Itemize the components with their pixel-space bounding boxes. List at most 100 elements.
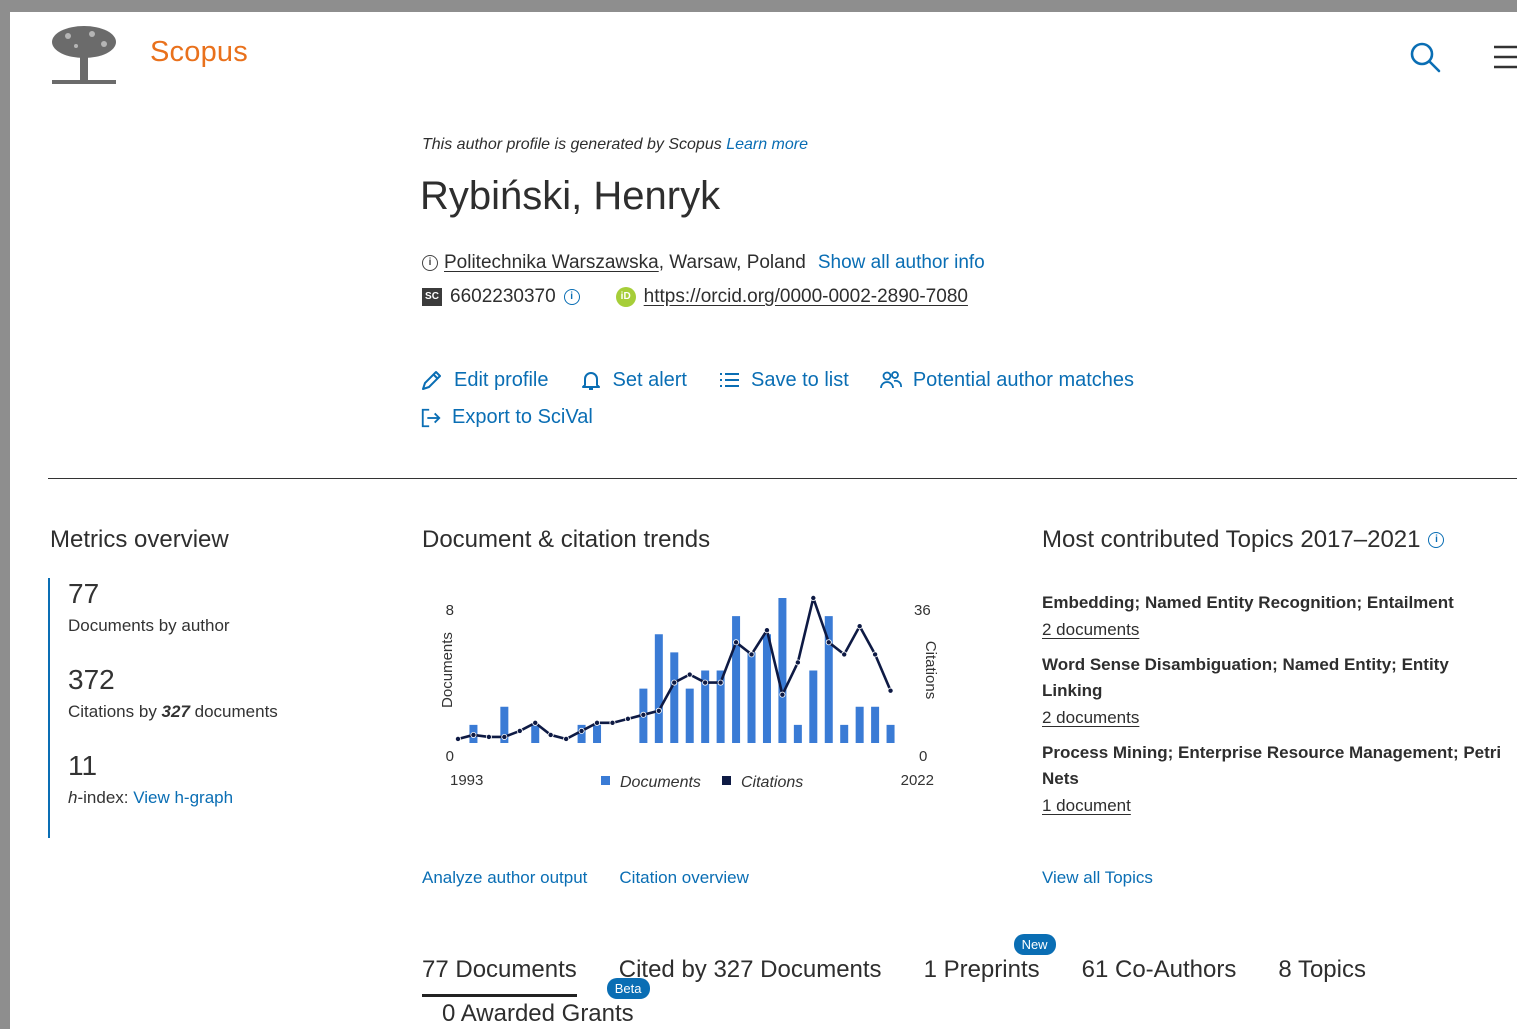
topic-documents-link[interactable]: 2 documents	[1042, 620, 1512, 640]
documents-bar	[778, 598, 787, 743]
tab-topics[interactable]: 8 Topics	[1278, 956, 1366, 997]
citations-point	[779, 691, 786, 698]
documents-bar	[747, 652, 756, 743]
documents-legend-label: Documents	[620, 774, 701, 791]
topic-name: Embedding; Named Entity Recognition; Ent…	[1042, 593, 1454, 612]
topic-documents-link[interactable]: 2 documents	[1042, 708, 1512, 728]
citations-point	[640, 711, 647, 718]
left-axis-label: Documents	[439, 632, 456, 708]
set-alert-button[interactable]: Set alert	[579, 368, 687, 392]
citations-point	[686, 671, 693, 678]
save-to-list-button[interactable]: Save to list	[717, 368, 849, 392]
analyze-author-output-link[interactable]: Analyze author output	[422, 868, 587, 888]
view-h-graph-link[interactable]: View h-graph	[133, 788, 233, 807]
documents-bar	[840, 724, 849, 743]
citations-point	[856, 623, 863, 630]
affiliation-row: i Politechnika Warszawska, Warsaw, Polan…	[422, 252, 985, 274]
citations-point	[748, 651, 755, 658]
documents-bar	[886, 724, 895, 743]
metrics-overview-title: Metrics overview	[50, 526, 229, 553]
topic-documents-link[interactable]: 1 document	[1042, 796, 1512, 816]
topic-item: Embedding; Named Entity Recognition; Ent…	[1042, 590, 1512, 640]
documents-bar	[762, 634, 771, 743]
documents-bar	[531, 724, 540, 743]
scopus-id-info-icon[interactable]: i	[563, 289, 580, 305]
topic-name: Word Sense Disambiguation; Named Entity;…	[1042, 655, 1449, 700]
page: Scopus This author profile is generated …	[10, 12, 1517, 1029]
citations-legend-swatch	[722, 776, 731, 785]
search-icon[interactable]	[1408, 40, 1442, 74]
citations-point	[578, 727, 585, 734]
view-all-topics-link[interactable]: View all Topics	[1042, 868, 1153, 888]
x-axis-start-label: 1993	[450, 772, 483, 789]
affiliation-link[interactable]: Politechnika Warszawska	[444, 252, 659, 273]
h-index-label: h-index: View h-graph	[68, 788, 234, 807]
citation-overview-link[interactable]: Citation overview	[619, 868, 748, 888]
scopus-id: 6602230370	[450, 286, 556, 307]
citations-count: 372	[68, 664, 115, 695]
document-citation-chart: 8 0 36 0 1993 2022 Documents Citations Documents…	[439, 594, 939, 791]
documents-bar	[855, 706, 864, 743]
documents-bar	[593, 724, 602, 743]
list-icon	[719, 373, 739, 387]
citations-point	[455, 735, 462, 742]
topics-title: Most contributed Topics 2017–2021 i	[1042, 526, 1445, 554]
citations-point	[547, 731, 554, 738]
learn-more-link[interactable]: Learn more	[726, 136, 808, 153]
tab-cited-by[interactable]: Cited by 327 Documents Beta	[606, 956, 882, 999]
documents-bar	[793, 724, 802, 743]
topic-item: Process Mining; Enterprise Resource Mana…	[1042, 740, 1512, 816]
citations-point	[702, 679, 709, 686]
citations-point	[717, 679, 724, 686]
tab-co-authors[interactable]: 61 Co-Authors	[1082, 956, 1237, 997]
potential-author-matches-button[interactable]: Potential author matches	[879, 368, 1134, 392]
pencil-icon	[422, 371, 441, 390]
citations-point	[485, 733, 492, 740]
hamburger-menu-icon[interactable]	[1490, 44, 1517, 70]
tab-documents[interactable]: 77 Documents	[422, 956, 577, 997]
citations-label: Citations by 327 documents	[68, 702, 278, 721]
author-ids-row: SC 6602230370 i iD https://orcid.org/000…	[422, 286, 968, 308]
tab-preprints[interactable]: 1 Preprints New	[924, 934, 1056, 997]
orcid-link[interactable]: https://orcid.org/0000-0002-2890-7080	[644, 286, 968, 308]
documents-bar	[809, 670, 818, 743]
right-axis-tick-label: 0	[919, 748, 927, 765]
documents-bar	[871, 706, 880, 743]
citations-point	[624, 715, 631, 722]
users-icon	[879, 371, 902, 389]
info-icon[interactable]: i	[422, 255, 438, 271]
author-name: Rybiński, Henryk	[420, 174, 721, 218]
right-axis-tick-label: 36	[914, 602, 931, 619]
citations-point	[763, 627, 770, 634]
show-all-author-info-link[interactable]: Show all author info	[818, 252, 985, 274]
citations-point	[872, 651, 879, 658]
new-badge: New	[1013, 934, 1056, 955]
export-to-scival-button[interactable]: Export to SciVal	[420, 406, 593, 429]
scopus-brand[interactable]: Scopus	[150, 36, 248, 69]
tab-awarded-grants[interactable]: 0 Awarded Grants	[442, 1000, 634, 1028]
topic-item: Word Sense Disambiguation; Named Entity;…	[1042, 652, 1512, 728]
profile-actions: Edit profile Set alert Save to list Pote…	[420, 368, 1134, 392]
left-axis-tick-label: 0	[446, 748, 454, 765]
citations-point	[470, 731, 477, 738]
citations-point	[655, 707, 662, 714]
citations-point	[532, 719, 539, 726]
elsevier-tree-logo[interactable]	[48, 24, 120, 90]
x-axis-end-label: 2022	[901, 772, 934, 789]
h-index-value: 11	[68, 750, 98, 781]
bell-icon	[581, 372, 600, 390]
chart-links: Analyze author output Citation overview	[422, 868, 749, 888]
scopus-id-icon: SC	[422, 288, 442, 306]
citations-point	[841, 651, 848, 658]
orcid-icon: iD	[615, 287, 636, 307]
citations-point	[733, 639, 740, 646]
documents-bar	[732, 616, 741, 743]
topic-name: Process Mining; Enterprise Resource Mana…	[1042, 743, 1502, 788]
citations-point	[671, 679, 678, 686]
citations-point	[810, 594, 817, 601]
right-axis-label: Citations	[922, 641, 939, 699]
documents-bar	[654, 634, 663, 743]
topics-info-icon[interactable]: i	[1428, 532, 1445, 548]
edit-profile-button[interactable]: Edit profile	[420, 368, 549, 392]
beta-badge: Beta	[606, 978, 650, 999]
